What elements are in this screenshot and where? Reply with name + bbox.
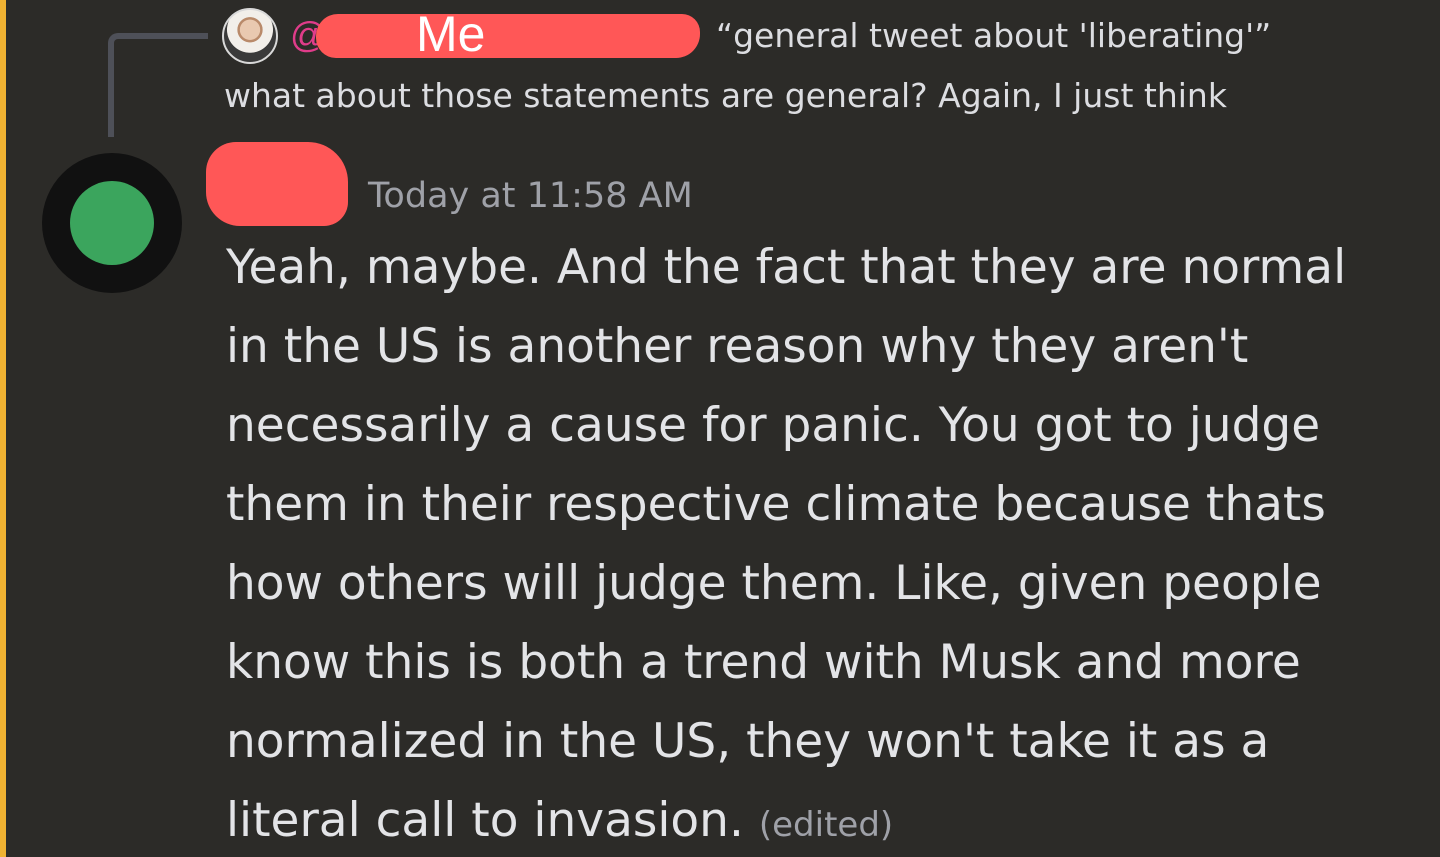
reply-author-avatar[interactable] (222, 8, 278, 64)
message-line: know this is both a trend with Musk and … (226, 635, 1301, 690)
reply-quoted-text[interactable]: “general tweet about 'liberating'” (716, 14, 1271, 58)
online-status-icon (70, 181, 154, 265)
discord-message-view: @ Me “general tweet about 'liberating'” … (0, 0, 1440, 857)
message-line: Yeah, maybe. And the fact that they are … (226, 240, 1347, 295)
message-line-text: literal call to invasion. (226, 793, 744, 848)
redaction-mark-author-name (206, 142, 348, 226)
message-line: necessarily a cause for panic. You got t… (226, 398, 1321, 453)
redaction-mark-reply-author (316, 14, 700, 58)
message-line: in the US is another reason why they are… (226, 319, 1249, 374)
message-author-avatar[interactable] (42, 153, 182, 293)
reply-author-name[interactable]: Me (416, 6, 485, 62)
message-line: them in their respective climate because… (226, 477, 1326, 532)
reply-snippet-text[interactable]: what about those statements are general?… (224, 74, 1227, 118)
message-line-last: literal call to invasion. (edited) (226, 781, 1406, 857)
message-line: normalized in the US, they won't take it… (226, 714, 1270, 769)
edited-indicator: (edited) (758, 805, 894, 845)
reply-connector-line (108, 33, 208, 137)
message-line: how others will judge them. Like, given … (226, 556, 1322, 611)
message-content: Yeah, maybe. And the fact that they are … (226, 228, 1406, 857)
message-timestamp[interactable]: Today at 11:58 AM (368, 172, 693, 220)
highlight-accent-bar (0, 0, 6, 857)
